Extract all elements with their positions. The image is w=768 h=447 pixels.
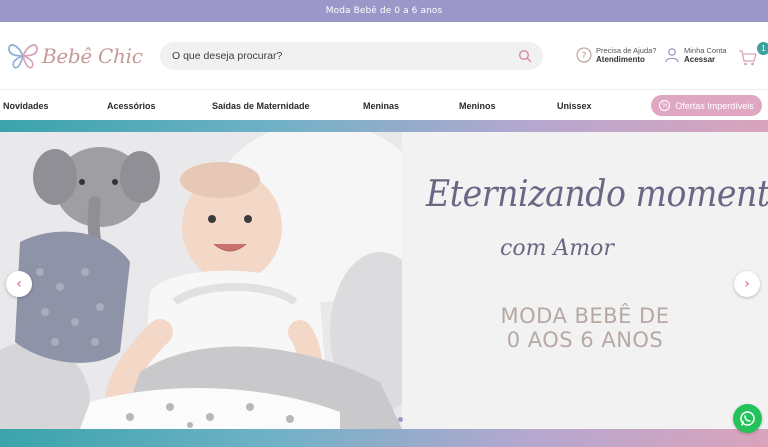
hero-banner[interactable]: Eternizando momentos com Amor MODA BEBÊ … [0,132,768,429]
help-line1: Precisa de Ajuda? [596,46,657,55]
hero-text-panel: Eternizando momentos com Amor MODA BEBÊ … [402,132,768,429]
percent-icon: % [659,100,671,111]
help-icon: ? [576,47,592,63]
search-icon[interactable] [518,49,532,63]
main-nav: Novidades Acessórios Saídas de Maternida… [0,89,768,120]
search-bar[interactable] [160,42,543,70]
account-link[interactable]: Minha Conta Acessar [664,46,727,64]
announcement-bar: Moda Bebê de 0 a 6 anos [0,0,768,22]
nav-item-meninos[interactable]: Meninos [459,90,496,121]
chevron-right-icon: › [744,276,750,292]
carousel-dots [398,417,403,422]
baby-photo [0,132,402,429]
gradient-band-bottom [0,429,768,447]
svg-text:?: ? [582,52,587,62]
gradient-band-top [0,120,768,132]
hero-headline-line2: 0 AOS 6 ANOS [506,328,664,352]
site-header: Bebê Chic ? Precisa de Ajuda? Atendiment… [0,22,768,89]
user-icon [665,48,679,63]
nav-item-saidas-maternidade[interactable]: Saídas de Maternidade [212,90,310,121]
carousel-dot[interactable] [398,417,403,422]
nav-item-meninas[interactable]: Meninas [363,90,399,121]
cart-button[interactable]: 1 [738,42,768,67]
nav-item-novidades[interactable]: Novidades [3,90,49,121]
nav-item-acessorios[interactable]: Acessórios [107,90,156,121]
hero-script-line2: com Amor [500,236,614,261]
cart-icon [739,50,757,66]
announcement-text: Moda Bebê de 0 a 6 anos [325,6,443,16]
nav-item-unissex[interactable]: Unissex [557,90,592,121]
offers-button[interactable]: % Ofertas Imperdíveis [651,95,762,116]
account-line2: Acessar [684,55,716,64]
butterfly-icon [8,44,38,69]
carousel-next-button[interactable]: › [734,271,760,297]
logo-text: Bebê Chic [42,44,143,68]
help-link[interactable]: ? Precisa de Ajuda? Atendimento [576,46,656,64]
help-line2: Atendimento [596,55,645,64]
carousel-prev-button[interactable]: ‹ [6,271,32,297]
logo[interactable]: Bebê Chic [6,39,143,73]
offers-label: Ofertas Imperdíveis [675,100,754,111]
chevron-left-icon: ‹ [16,276,22,292]
search-input[interactable] [172,50,502,62]
whatsapp-button[interactable] [733,404,762,433]
cart-count-badge: 1 [757,42,768,55]
hero-script-line1: Eternizando momentos [426,174,768,215]
hero-headline-line1: MODA BEBÊ DE [500,304,670,328]
whatsapp-icon [740,411,755,426]
account-line1: Minha Conta [684,46,727,55]
